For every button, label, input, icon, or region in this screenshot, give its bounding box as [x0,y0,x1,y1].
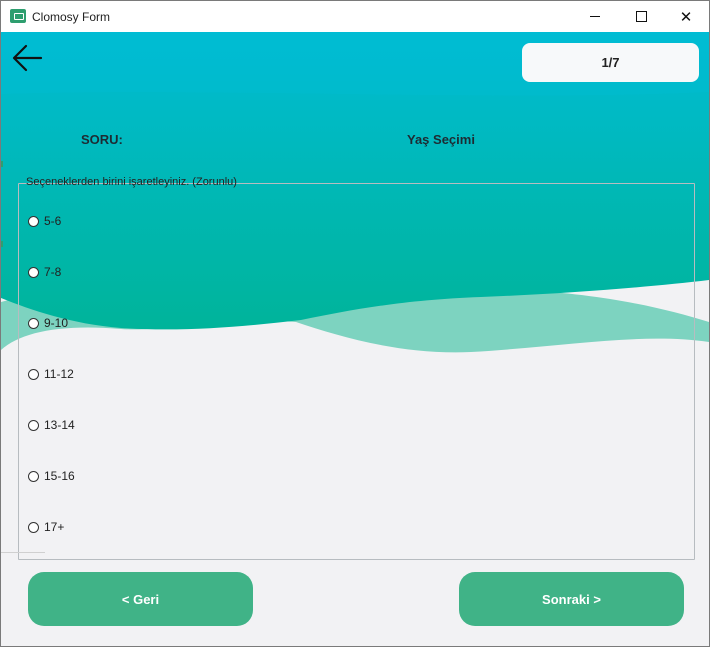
option-label: 9-10 [44,316,69,330]
option-5-6[interactable]: 5-6 [28,214,61,228]
question-title: Yaş Seçimi [407,132,475,147]
close-icon: ✕ [679,8,693,26]
option-label: 13-14 [44,418,75,432]
option-label: 7-8 [44,265,62,279]
option-label: 17+ [44,520,65,534]
maximize-icon [635,11,647,22]
minimize-icon [590,16,600,17]
divider [1,552,45,553]
option-7-8[interactable]: 7-8 [28,265,61,279]
option-17-plus[interactable]: 17+ [28,520,64,534]
title-bar: Clomosy Form ✕ [1,1,709,32]
instruction-legend: Seçeneklerden birini işaretleyiniz. (Zor… [26,176,237,188]
minimize-button[interactable] [572,1,618,32]
option-label: 11-12 [44,367,74,381]
option-9-10[interactable]: 9-10 [28,316,68,330]
edge-marker [1,241,3,247]
maximize-button[interactable] [618,1,664,32]
close-button[interactable]: ✕ [663,1,709,32]
option-15-16[interactable]: 15-16 [28,469,75,483]
radio-button[interactable] [28,368,39,380]
window-title: Clomosy Form [32,10,111,24]
arrow-left-icon[interactable] [11,41,45,75]
progress-counter: 1/7 [522,43,699,82]
option-11-12[interactable]: 11-12 [28,367,74,381]
radio-button[interactable] [28,317,39,329]
radio-button[interactable] [28,521,39,533]
app-window: Clomosy Form ✕ 1/7 SORU: Yaş Seçimi Seçe… [0,0,710,647]
radio-button[interactable] [28,470,39,482]
next-button[interactable]: Sonraki > [459,572,684,626]
options-group [18,183,695,560]
option-label: 5-6 [44,214,62,228]
option-13-14[interactable]: 13-14 [28,418,75,432]
option-label: 15-16 [44,469,75,483]
radio-button[interactable] [28,215,39,227]
back-button[interactable]: < Geri [28,572,253,626]
app-logo-icon [10,9,26,23]
radio-button[interactable] [28,266,39,278]
edge-marker [1,161,3,167]
question-label: SORU: [81,132,123,147]
radio-button[interactable] [28,419,39,431]
